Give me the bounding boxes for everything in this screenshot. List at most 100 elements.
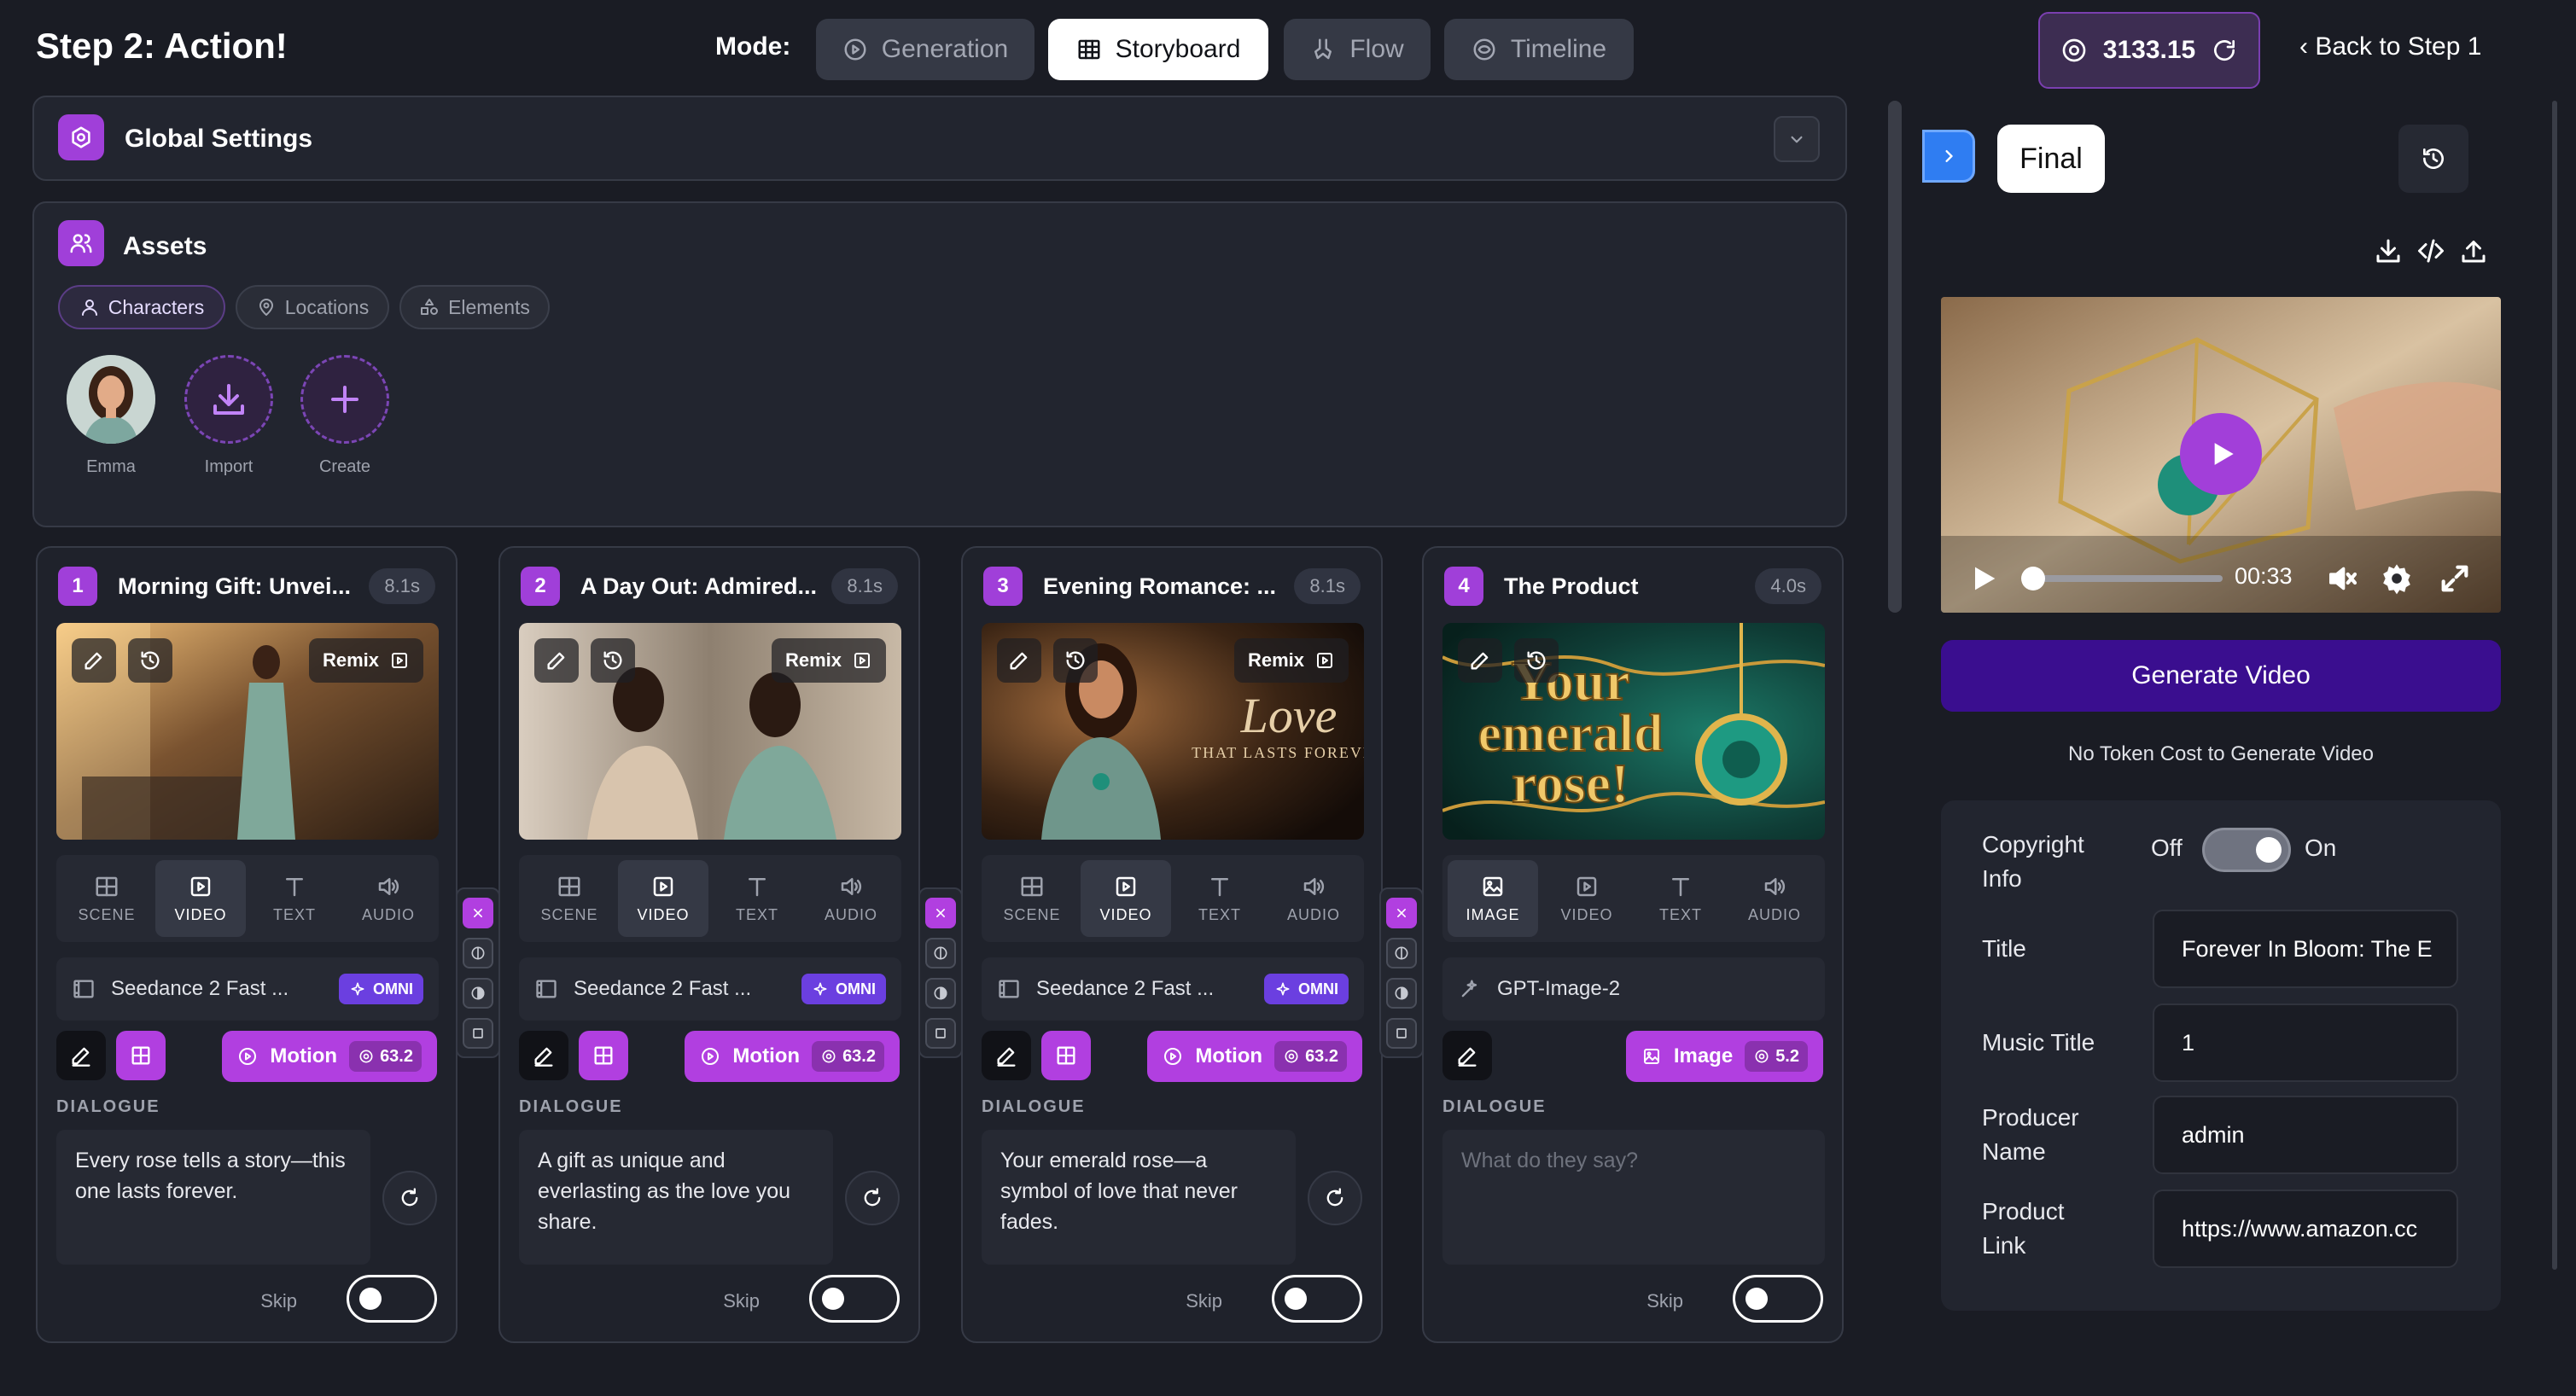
cut-icon[interactable]	[925, 1017, 956, 1049]
mode-flow-button[interactable]: Flow	[1284, 19, 1431, 80]
skip-toggle[interactable]	[1272, 1275, 1362, 1323]
tab-video[interactable]: VIDEO	[1081, 860, 1171, 937]
model-selector[interactable]: GPT-Image-2	[1442, 957, 1825, 1021]
regenerate-dialogue-button[interactable]	[1308, 1171, 1362, 1225]
mode-timeline-button[interactable]: Timeline	[1444, 19, 1634, 80]
edit-image-button[interactable]	[534, 638, 579, 683]
collapse-button[interactable]	[1774, 116, 1820, 162]
tab-audio[interactable]: AUDIO	[1729, 860, 1820, 937]
chip-elements[interactable]: Elements	[399, 285, 550, 329]
version-history-button[interactable]	[2398, 125, 2468, 193]
chip-locations[interactable]: Locations	[236, 285, 389, 329]
model-selector[interactable]: Seedance 2 Fast ... OMNI	[56, 957, 439, 1021]
progress-track[interactable]	[2021, 567, 2223, 590]
scene-card-4[interactable]: 4 The Product 4.0s Your emerald rose! IM…	[1422, 546, 1844, 1343]
edit-prompt-button[interactable]	[56, 1031, 106, 1080]
tab-video[interactable]: VIDEO	[618, 860, 708, 937]
motion-button[interactable]: Motion 63.2	[222, 1031, 437, 1082]
scene-thumbnail[interactable]: Your emerald rose!	[1442, 623, 1825, 840]
layout-button[interactable]	[579, 1031, 628, 1080]
close-icon[interactable]	[1386, 897, 1417, 928]
image-history-button[interactable]	[591, 638, 635, 683]
edit-image-button[interactable]	[1458, 638, 1502, 683]
tab-text[interactable]: TEXT	[249, 860, 340, 937]
tab-text[interactable]: TEXT	[1635, 860, 1726, 937]
back-to-step-1-link[interactable]: ‹ Back to Step 1	[2299, 32, 2481, 61]
image-button[interactable]: Image 5.2	[1625, 1031, 1823, 1082]
progress-knob[interactable]	[2021, 567, 2045, 590]
model-selector[interactable]: Seedance 2 Fast ... OMNI	[519, 957, 901, 1021]
motion-button[interactable]: Motion 63.2	[685, 1031, 900, 1082]
fullscreen-icon[interactable]	[2438, 561, 2472, 596]
dialogue-input[interactable]: A gift as unique and everlasting as the …	[519, 1130, 833, 1265]
edit-prompt-button[interactable]	[519, 1031, 568, 1080]
global-settings-panel[interactable]: Global Settings	[32, 96, 1847, 181]
scene-thumbnail[interactable]: Love THAT LASTS FOREVER Remix	[982, 623, 1364, 840]
mode-generation-button[interactable]: Generation	[816, 19, 1034, 80]
image-history-button[interactable]	[1053, 638, 1098, 683]
scene-title[interactable]: Morning Gift: Unvei...	[118, 573, 374, 600]
edit-prompt-button[interactable]	[982, 1031, 1031, 1080]
dialogue-input[interactable]: Your emerald rose—a symbol of love that …	[982, 1130, 1296, 1265]
final-version-pill[interactable]: Final	[1997, 125, 2105, 193]
tab-image[interactable]: IMAGE	[1448, 860, 1538, 937]
cut-icon[interactable]	[1386, 1017, 1417, 1049]
skip-toggle[interactable]	[347, 1275, 437, 1323]
regenerate-dialogue-button[interactable]	[845, 1171, 900, 1225]
tab-video[interactable]: VIDEO	[155, 860, 246, 937]
scene-title[interactable]: The Product	[1504, 573, 1760, 600]
token-balance[interactable]: 3133.15	[2038, 12, 2260, 89]
regenerate-dialogue-button[interactable]	[382, 1171, 437, 1225]
refresh-icon[interactable]	[2211, 37, 2238, 64]
mode-storyboard-button[interactable]: Storyboard	[1048, 19, 1268, 80]
tab-scene[interactable]: SCENE	[987, 860, 1077, 937]
image-history-button[interactable]	[1514, 638, 1559, 683]
embed-code-button[interactable]	[2416, 236, 2446, 266]
edit-prompt-button[interactable]	[1442, 1031, 1492, 1080]
fade-icon[interactable]	[1386, 937, 1417, 968]
scene-thumbnail[interactable]: Remix	[56, 623, 439, 840]
create-asset-button[interactable]	[300, 355, 389, 444]
fade-icon[interactable]	[925, 937, 956, 968]
motion-button[interactable]: Motion 63.2	[1147, 1031, 1362, 1082]
model-selector[interactable]: Seedance 2 Fast ... OMNI	[982, 957, 1364, 1021]
page-scrollbar[interactable]	[2552, 101, 2557, 1270]
tab-audio[interactable]: AUDIO	[1268, 860, 1359, 937]
tab-scene[interactable]: SCENE	[61, 860, 152, 937]
tab-text[interactable]: TEXT	[712, 860, 802, 937]
layout-button[interactable]	[1041, 1031, 1091, 1080]
remix-button[interactable]: Remix	[308, 638, 423, 683]
tab-audio[interactable]: AUDIO	[806, 860, 896, 937]
dialogue-input[interactable]: What do they say?	[1442, 1130, 1825, 1265]
chip-characters[interactable]: Characters	[58, 285, 225, 329]
fade-icon[interactable]	[463, 937, 493, 968]
avatar-emma[interactable]	[67, 355, 155, 444]
edit-image-button[interactable]	[997, 638, 1041, 683]
expand-panel-button[interactable]	[1922, 130, 1975, 183]
dissolve-icon[interactable]	[1386, 977, 1417, 1009]
skip-toggle[interactable]	[809, 1275, 900, 1323]
image-history-button[interactable]	[128, 638, 172, 683]
music-title-input[interactable]: 1	[2153, 1003, 2458, 1082]
close-icon[interactable]	[925, 897, 956, 928]
remix-button[interactable]: Remix	[771, 638, 886, 683]
remix-button[interactable]: Remix	[1233, 638, 1349, 683]
play-overlay-button[interactable]	[2180, 413, 2262, 495]
scene-title[interactable]: A Day Out: Admired...	[580, 573, 836, 600]
scrollbar[interactable]	[1888, 101, 1902, 613]
cut-icon[interactable]	[463, 1017, 493, 1049]
mute-icon[interactable]	[2325, 561, 2359, 596]
upload-button[interactable]	[2458, 236, 2489, 266]
skip-toggle[interactable]	[1733, 1275, 1823, 1323]
copyright-toggle[interactable]	[2202, 828, 2291, 872]
play-icon[interactable]	[1967, 561, 2001, 596]
scene-title[interactable]: Evening Romance: ...	[1043, 573, 1299, 600]
import-asset-button[interactable]	[184, 355, 273, 444]
scene-card-2[interactable]: 2 A Day Out: Admired... 8.1s Remix SCENE…	[498, 546, 920, 1343]
generate-video-button[interactable]: Generate Video	[1941, 640, 2501, 712]
tab-scene[interactable]: SCENE	[524, 860, 615, 937]
layout-button[interactable]	[116, 1031, 166, 1080]
edit-image-button[interactable]	[72, 638, 116, 683]
producer-name-input[interactable]: admin	[2153, 1096, 2458, 1174]
close-icon[interactable]	[463, 897, 493, 928]
